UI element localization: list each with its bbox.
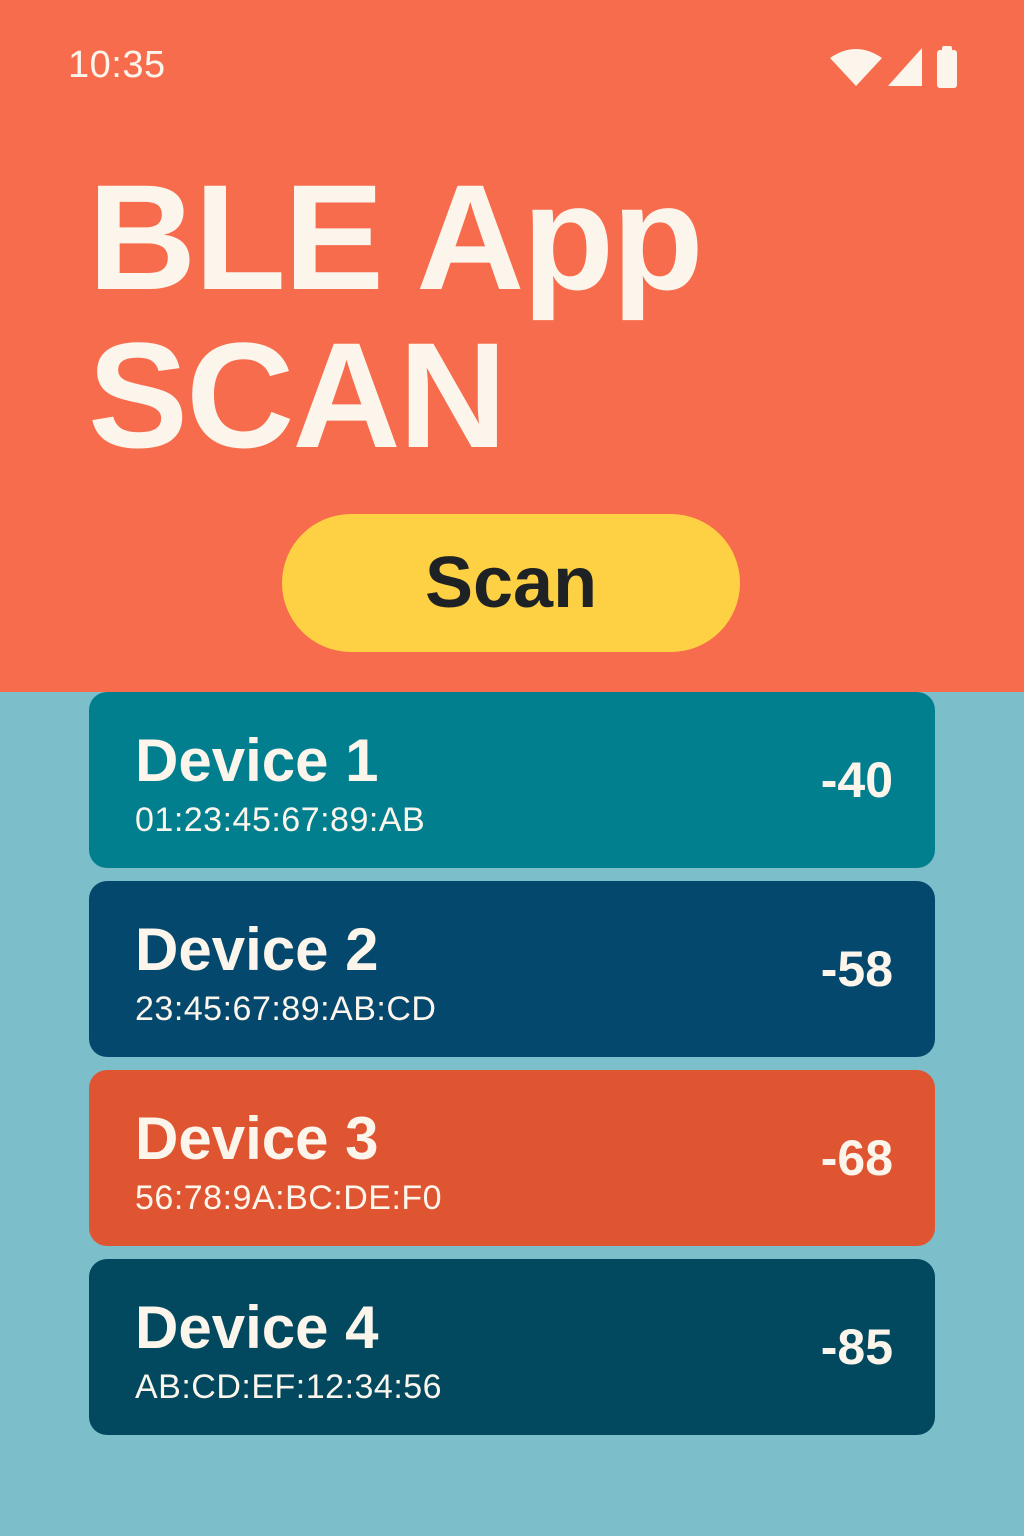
device-rssi: -68 bbox=[820, 1130, 893, 1186]
page-title: BLE App SCAN bbox=[88, 153, 704, 479]
device-list-item[interactable]: Device 3 56:78:9A:BC:DE:F0 -68 bbox=[89, 1070, 935, 1246]
status-time: 10:35 bbox=[68, 44, 166, 86]
device-rssi: -85 bbox=[820, 1319, 893, 1375]
device-name: Device 3 bbox=[135, 1105, 379, 1172]
device-list-item[interactable]: Device 4 AB:CD:EF:12:34:56 -85 bbox=[89, 1259, 935, 1435]
device-name: Device 4 bbox=[135, 1294, 379, 1361]
cellular-signal-icon bbox=[888, 48, 922, 86]
device-mac-address: 01:23:45:67:89:AB bbox=[135, 801, 426, 839]
device-rssi: -40 bbox=[820, 752, 893, 808]
wifi-icon bbox=[830, 49, 882, 86]
device-name: Device 2 bbox=[135, 916, 379, 983]
scan-button[interactable]: Scan bbox=[282, 514, 740, 652]
status-icons bbox=[828, 46, 960, 88]
device-mac-address: AB:CD:EF:12:34:56 bbox=[135, 1368, 443, 1406]
header-panel: 10:35 BLE App SCAN Scan bbox=[0, 0, 1024, 692]
device-name: Device 1 bbox=[135, 727, 379, 794]
ble-scan-screen: 10:35 BLE App SCAN Scan Device 1 01:23:4… bbox=[0, 0, 1024, 1536]
device-list-item[interactable]: Device 1 01:23:45:67:89:AB -40 bbox=[89, 692, 935, 868]
device-mac-address: 23:45:67:89:AB:CD bbox=[135, 990, 437, 1028]
title-line-scan: SCAN bbox=[88, 311, 507, 479]
device-mac-address: 56:78:9A:BC:DE:F0 bbox=[135, 1179, 443, 1217]
battery-icon bbox=[937, 46, 957, 88]
device-rssi: -58 bbox=[820, 941, 893, 997]
device-list-item[interactable]: Device 2 23:45:67:89:AB:CD -58 bbox=[89, 881, 935, 1057]
title-line-app: BLE App bbox=[88, 153, 704, 321]
device-list: Device 1 01:23:45:67:89:AB -40 Device 2 … bbox=[89, 692, 935, 1448]
